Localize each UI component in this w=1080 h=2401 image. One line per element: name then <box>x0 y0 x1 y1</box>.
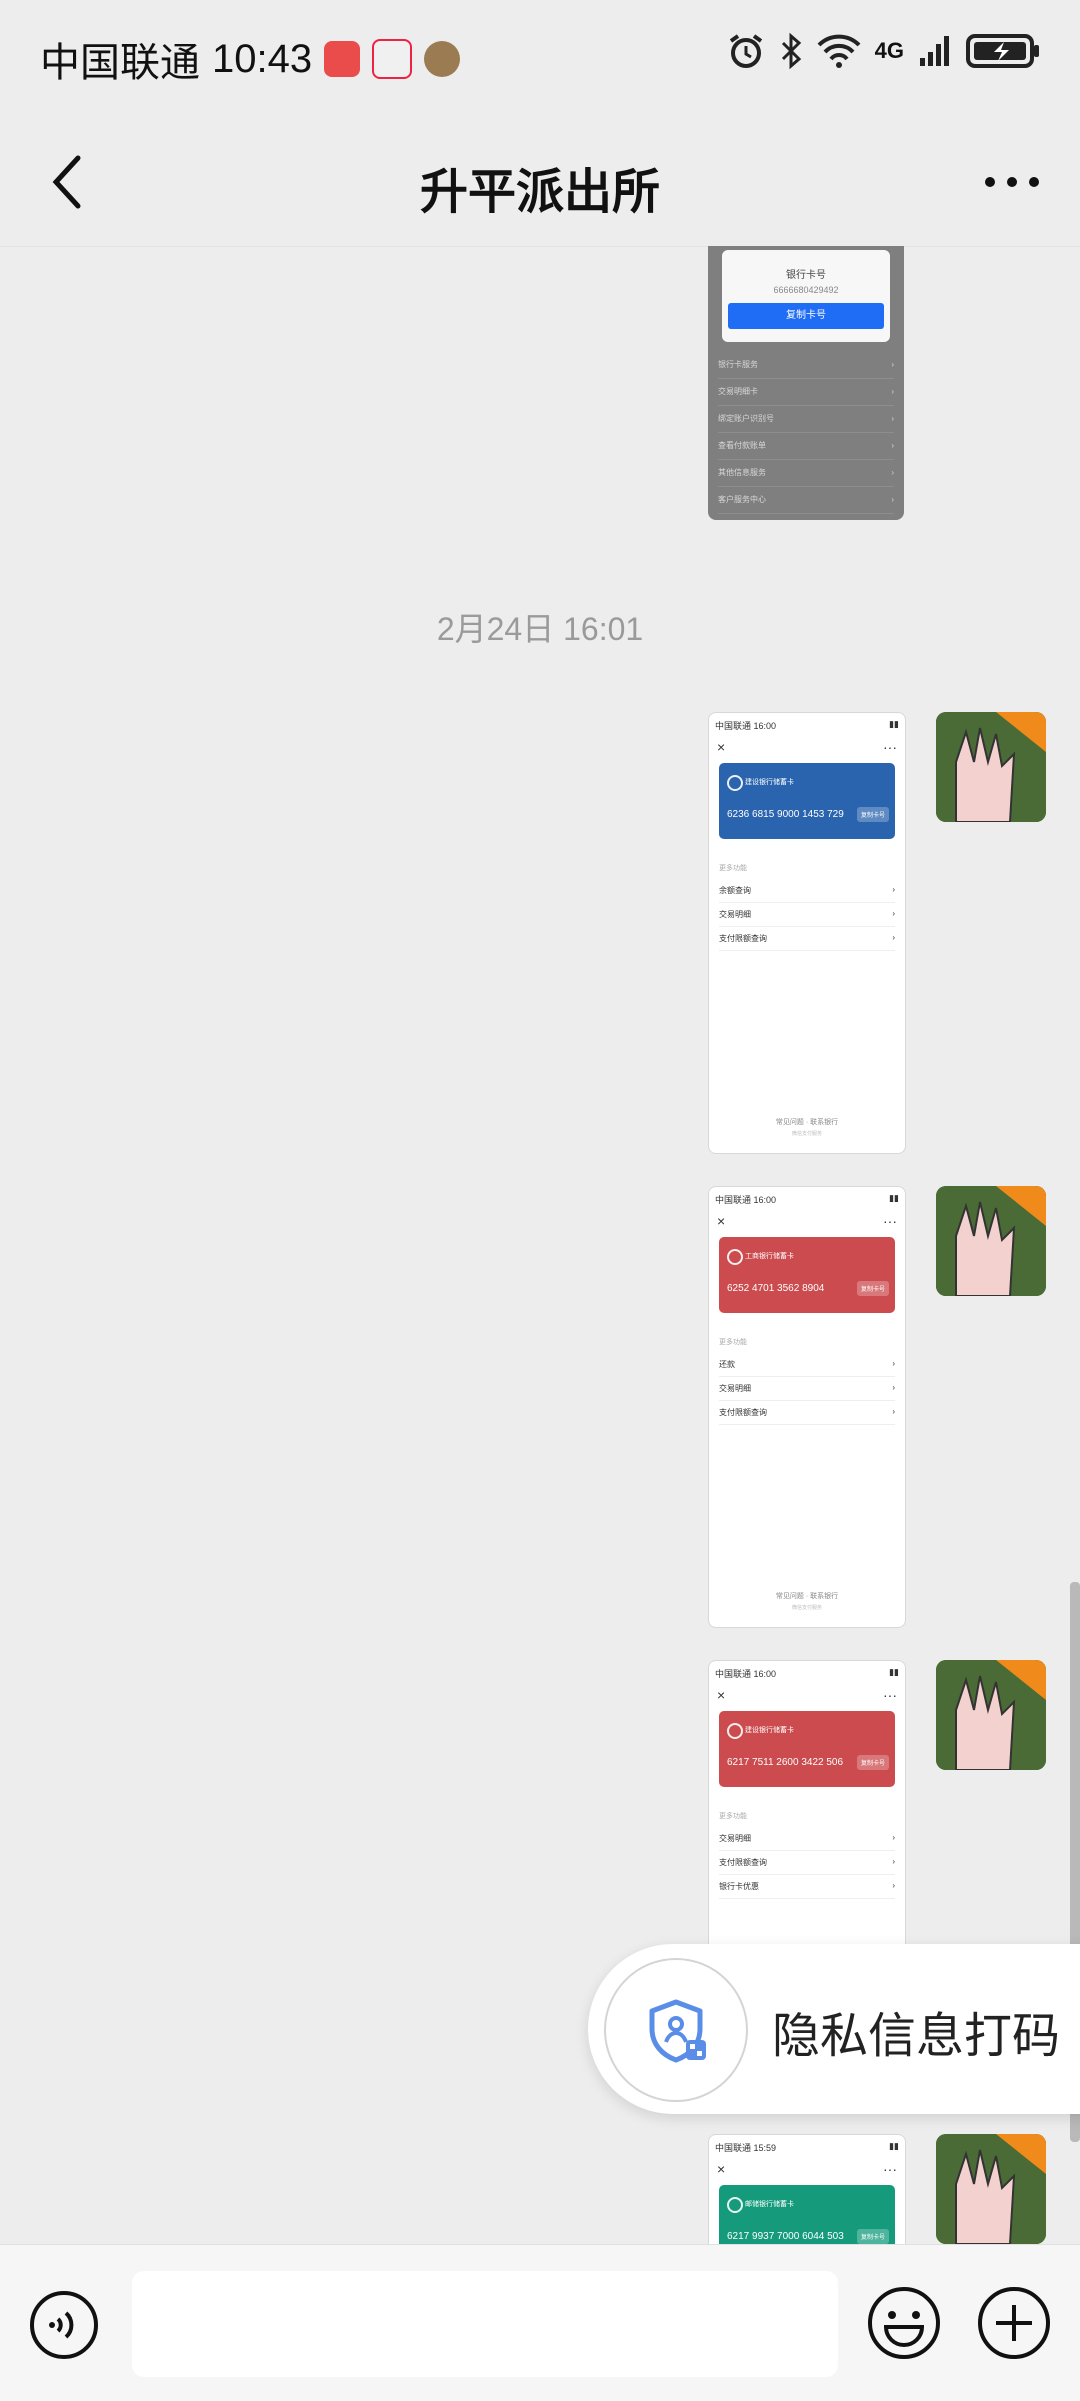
avatar[interactable] <box>936 1660 1046 1770</box>
card-number: 6217 7511 2600 3422 506 <box>727 1757 844 1768</box>
avatar[interactable] <box>936 1186 1046 1296</box>
card-number: 6236 6815 9000 1453 729 <box>727 809 844 820</box>
clock: 10:43 <box>212 36 313 81</box>
popup-title: 银行卡号 <box>786 270 826 281</box>
status-left: 中国联通 10:43 <box>40 30 461 88</box>
popup-number: 6666680429492 <box>773 285 839 295</box>
image-message-blurred[interactable]: 银行卡号 6666680429492 复制卡号 银行卡服务 › 交易明细卡 › 绑定… <box>708 246 904 520</box>
list-item: 支付限额查询 › <box>719 1401 895 1425</box>
blurred-popup: 银行卡号 6666680429492 复制卡号 <box>722 250 890 342</box>
image-message[interactable]: 中国联通 15:59 ▮▮ × ··· 邮储银行储蓄卡 6217 9937 7000… <box>708 2134 906 2244</box>
copy-card-button: 复制卡号 <box>856 1281 889 1296</box>
blur-row: 银行卡服务 › <box>718 352 894 379</box>
blur-row: 绑定账户识别号 › <box>718 406 894 433</box>
bank-card: 邮储银行储蓄卡 6217 9937 7000 6044 503 复制卡号 <box>719 2185 895 2244</box>
battery-icon <box>966 34 1039 68</box>
list-item: 交易明细 › <box>719 1827 895 1851</box>
home-app-icon <box>372 39 413 79</box>
mini-time: 中国联通 15:59 <box>715 2143 777 2153</box>
avatar-notification-icon <box>424 41 461 77</box>
carrier-label: 中国联通 <box>40 41 200 85</box>
mini-footer-sub: 微信支付服务 <box>791 1605 822 1611</box>
alarm-icon <box>729 34 762 68</box>
emoji-icon[interactable] <box>866 2285 942 2361</box>
voice-icon[interactable] <box>28 2289 100 2361</box>
blur-row: 查看付款账单 › <box>718 433 894 460</box>
list-item: 交易明细 › <box>719 903 895 927</box>
wifi-icon <box>817 34 861 68</box>
mini-footer: 常见问题 · 联系银行 <box>775 1593 839 1600</box>
section-label: 更多功能 <box>719 1813 747 1820</box>
bank-card: 建设银行储蓄卡 6217 7511 2600 3422 506 复制卡号 <box>719 1711 895 1787</box>
bank-name: 工商银行储蓄卡 <box>745 1253 794 1260</box>
bank-name: 邮储银行储蓄卡 <box>745 2201 794 2208</box>
list-item: 支付限额查询 › <box>719 927 895 951</box>
bank-name: 建设银行储蓄卡 <box>745 779 794 786</box>
signal-icon <box>920 36 949 66</box>
privacy-label: 隐私信息打码 <box>772 2010 1061 2063</box>
section-label: 更多功能 <box>719 1339 747 1346</box>
list-item: 余额查询 › <box>719 879 895 903</box>
plus-icon[interactable] <box>976 2285 1052 2361</box>
section-label: 更多功能 <box>719 865 747 872</box>
blur-row: 其他信息服务 › <box>718 460 894 487</box>
status-right: 4G <box>727 32 1040 70</box>
bluetooth-icon <box>781 32 801 70</box>
blur-row: 客户服务中心 › <box>718 487 894 514</box>
mini-time: 中国联通 16:00 <box>715 1195 777 1205</box>
popup-button: 复制卡号 <box>728 303 884 329</box>
image-message[interactable]: 中国联通 16:00 ▮▮ × ··· 工商银行储蓄卡 6252 4701 3562… <box>708 1186 906 1628</box>
privacy-shield-icon <box>649 1999 706 2063</box>
list-item: 还款 › <box>719 1353 895 1377</box>
avatar[interactable] <box>936 2134 1046 2244</box>
bank-card: 建设银行储蓄卡 6236 6815 9000 1453 729 复制卡号 <box>719 763 895 839</box>
bank-card: 工商银行储蓄卡 6252 4701 3562 8904 复制卡号 <box>719 1237 895 1313</box>
image-message[interactable]: 中国联通 16:00 ▮▮ × ··· 建设银行储蓄卡 6217 7511 2600… <box>708 1660 906 1962</box>
input-bar <box>0 2244 1080 2401</box>
message-input[interactable] <box>132 2271 838 2377</box>
image-message[interactable]: 中国联通 16:00 ▮▮ × ··· 建设银行储蓄卡 6236 6815 9000… <box>708 712 906 1154</box>
mini-footer: 常见问题 · 联系银行 <box>775 1119 839 1126</box>
privacy-mask-button[interactable]: 隐私信息打码 <box>588 1944 1080 2114</box>
mini-time: 中国联通 16:00 <box>715 1669 777 1679</box>
list-item: 交易明细 › <box>719 1377 895 1401</box>
more-dots-icon[interactable] <box>980 162 1044 202</box>
privacy-icon-circle <box>604 1958 748 2102</box>
mini-footer-sub: 微信支付服务 <box>791 1131 822 1137</box>
chat-title: 升平派出所 <box>419 166 660 219</box>
blur-row: 交易明细卡 › <box>718 379 894 406</box>
copy-card-button: 复制卡号 <box>856 2229 889 2244</box>
card-number: 6217 9937 7000 6044 503 <box>727 2231 844 2242</box>
avatar[interactable] <box>936 712 1046 822</box>
card-number: 6252 4701 3562 8904 <box>727 1283 825 1294</box>
chat-header: 升平派出所 <box>0 118 1080 247</box>
message-timestamp: 2月24日 16:01 <box>436 611 644 647</box>
shopping-app-icon <box>324 41 361 77</box>
copy-card-button: 复制卡号 <box>856 1755 889 1770</box>
bank-name: 建设银行储蓄卡 <box>745 1727 794 1734</box>
list-item: 支付限额查询 › <box>719 1851 895 1875</box>
copy-card-button: 复制卡号 <box>856 807 889 822</box>
mini-time: 中国联通 16:00 <box>715 721 777 731</box>
network-type: 4G <box>874 38 904 63</box>
status-bar: 中国联通 10:43 4G <box>0 0 1080 118</box>
list-item: 银行卡优惠 › <box>719 1875 895 1899</box>
